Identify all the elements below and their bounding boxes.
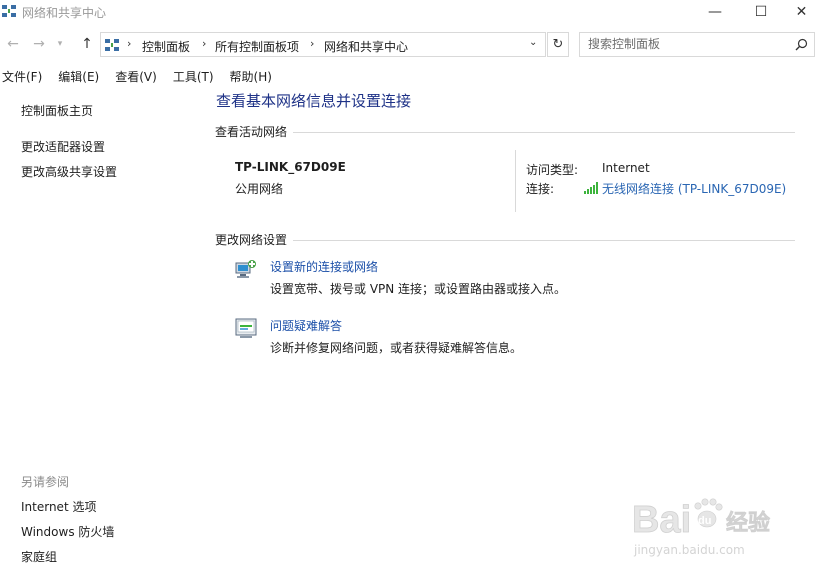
forward-button[interactable]: → bbox=[30, 34, 48, 54]
recent-locations-button[interactable]: ▾ bbox=[54, 34, 66, 54]
menu-file[interactable]: 文件(F) bbox=[2, 66, 42, 86]
watermark-cn: 经验 bbox=[726, 510, 770, 536]
back-button[interactable]: ← bbox=[4, 34, 22, 54]
see-also-internet-options[interactable]: Internet 选项 bbox=[21, 498, 96, 515]
maximize-button[interactable]: ☐ bbox=[738, 0, 784, 24]
maximize-icon: ☐ bbox=[754, 4, 768, 20]
network-category: 公用网络 bbox=[235, 182, 284, 196]
up-button[interactable]: ↑ bbox=[78, 34, 96, 54]
chevron-right-icon: › bbox=[127, 37, 132, 50]
see-also-windows-firewall[interactable]: Windows 防火墙 bbox=[21, 523, 114, 540]
section-divider bbox=[215, 132, 795, 133]
network-setup-icon bbox=[235, 260, 256, 278]
access-type-value: Internet bbox=[602, 161, 650, 175]
search-input[interactable] bbox=[588, 37, 788, 51]
watermark-url: jingyan.baidu.com bbox=[633, 543, 745, 557]
breadcrumb-item[interactable]: 所有控制面板项 bbox=[215, 38, 299, 55]
close-icon: ✕ bbox=[795, 4, 808, 20]
title-bar: 网络和共享中心 — ☐ ✕ bbox=[0, 0, 819, 24]
vertical-divider bbox=[515, 150, 516, 212]
wifi-signal-icon bbox=[584, 182, 598, 194]
section-divider bbox=[215, 240, 795, 241]
chevron-right-icon: › bbox=[310, 37, 315, 50]
search-box[interactable] bbox=[579, 32, 815, 57]
troubleshoot-icon bbox=[235, 318, 257, 338]
see-also-homegroup[interactable]: 家庭组 bbox=[21, 548, 57, 565]
sidebar-item-control-panel-home[interactable]: 控制面板主页 bbox=[21, 102, 93, 119]
control-panel-icon bbox=[105, 39, 119, 51]
troubleshoot-link[interactable]: 问题疑难解答 bbox=[270, 317, 342, 334]
chevron-down-icon[interactable]: ⌄ bbox=[529, 37, 537, 48]
baidu-watermark-logo: Bai du 经验 jingyan.baidu.com bbox=[632, 498, 770, 557]
search-icon[interactable] bbox=[795, 38, 808, 51]
menu-help[interactable]: 帮助(H) bbox=[230, 66, 272, 86]
menu-bar: 文件(F) 编辑(E) 查看(V) 工具(T) 帮助(H) bbox=[0, 66, 819, 86]
menu-view[interactable]: 查看(V) bbox=[115, 66, 157, 86]
watermark-brand-2: du bbox=[698, 515, 711, 527]
close-button[interactable]: ✕ bbox=[784, 0, 819, 24]
breadcrumb-item[interactable]: 网络和共享中心 bbox=[324, 38, 408, 55]
breadcrumb-item[interactable]: 控制面板 bbox=[142, 38, 190, 55]
access-type-label: 访问类型: bbox=[526, 163, 579, 177]
network-name: TP-LINK_67D09E bbox=[235, 160, 346, 174]
minimize-button[interactable]: — bbox=[692, 0, 738, 24]
arrow-left-icon: ← bbox=[7, 36, 19, 52]
troubleshoot-description: 诊断并修复网络问题，或者获得疑难解答信息。 bbox=[270, 341, 523, 355]
setup-connection-description: 设置宽带、拨号或 VPN 连接；或设置路由器或接入点。 bbox=[270, 282, 567, 296]
section-heading: 更改网络设置 bbox=[215, 231, 294, 248]
menu-edit[interactable]: 编辑(E) bbox=[58, 66, 99, 86]
arrow-right-icon: → bbox=[33, 36, 45, 52]
chevron-right-icon: › bbox=[202, 37, 207, 50]
arrow-up-icon: ↑ bbox=[81, 36, 93, 52]
menu-tools[interactable]: 工具(T) bbox=[173, 66, 214, 86]
setup-connection-link[interactable]: 设置新的连接或网络 bbox=[270, 258, 378, 275]
network-app-icon bbox=[2, 5, 16, 17]
refresh-icon: ↻ bbox=[552, 37, 564, 52]
sidebar-item-adapter-settings[interactable]: 更改适配器设置 bbox=[21, 138, 105, 155]
address-bar: ← → ▾ ↑ › 控制面板 › 所有控制面板项 › 网络和共享中心 ⌄ ↻ bbox=[0, 30, 819, 58]
chevron-down-icon: ▾ bbox=[57, 39, 63, 49]
active-networks-section: 查看活动网络 bbox=[215, 123, 795, 141]
minimize-icon: — bbox=[708, 4, 722, 20]
refresh-button[interactable]: ↻ bbox=[547, 32, 569, 57]
change-settings-section: 更改网络设置 bbox=[215, 231, 795, 249]
wireless-connection-link[interactable]: 无线网络连接 (TP-LINK_67D09E) bbox=[602, 180, 786, 197]
section-heading: 查看活动网络 bbox=[215, 123, 294, 140]
breadcrumb[interactable]: › 控制面板 › 所有控制面板项 › 网络和共享中心 ⌄ bbox=[100, 32, 546, 57]
see-also-heading: 另请参阅 bbox=[21, 475, 70, 489]
connection-label: 连接: bbox=[526, 182, 555, 196]
page-title: 查看基本网络信息并设置连接 bbox=[216, 92, 412, 110]
watermark-brand: Bai bbox=[632, 499, 691, 541]
window-title: 网络和共享中心 bbox=[22, 6, 107, 20]
sidebar-item-advanced-sharing[interactable]: 更改高级共享设置 bbox=[21, 163, 117, 180]
